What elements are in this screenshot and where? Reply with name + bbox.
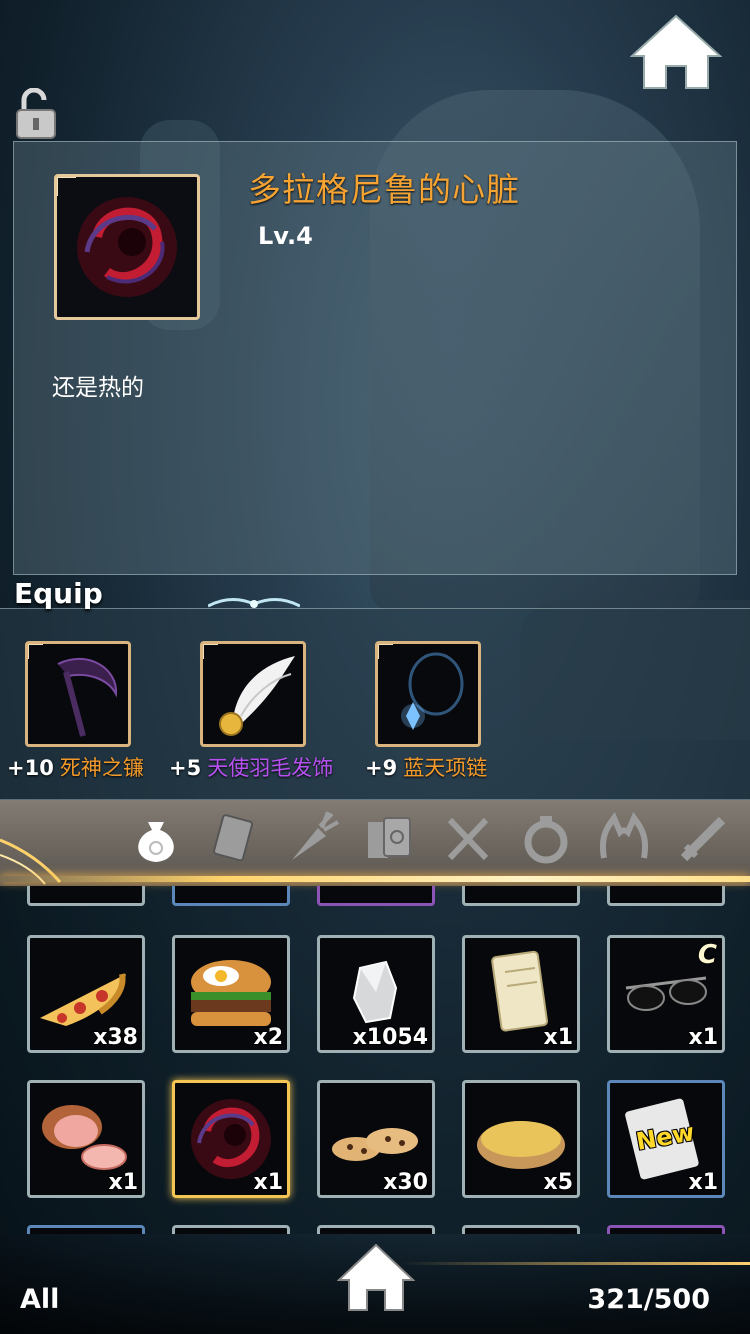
blue-necklace-icon [401, 652, 464, 730]
tab-book[interactable] [360, 808, 420, 868]
item-quantity: x1 [688, 1025, 719, 1050]
inventory-slot[interactable]: x38 [27, 935, 145, 1053]
equip-caption-scythe: +10 死神之镰 [7, 752, 144, 782]
inventory-slot[interactable]: x1054 [317, 935, 435, 1053]
inventory-grid[interactable]: x38 x2 x1054 x1 C x1 x1 x1 x30 x5 New x1 [0, 886, 750, 1234]
item-quantity: x1 [253, 1170, 284, 1195]
inventory-slot[interactable]: x2 [172, 935, 290, 1053]
equip-slot-scythe[interactable] [25, 641, 131, 747]
inventory-capacity: 321/500 [587, 1284, 710, 1315]
inventory-slot-partial[interactable] [607, 886, 725, 906]
item-quantity: x5 [543, 1170, 574, 1195]
equip-item-name: 天使羽毛发饰 [207, 756, 334, 780]
tab-underline [0, 876, 750, 882]
sword-icon [680, 816, 726, 862]
bag-icon [138, 822, 174, 862]
cat-ears-icon [600, 812, 648, 859]
inventory-slot-partial[interactable] [607, 1225, 725, 1234]
book-icon [368, 817, 411, 858]
tab-material[interactable] [282, 808, 342, 868]
item-name: 多拉格尼鲁的心脏 [248, 170, 520, 209]
ornament-icon [208, 594, 300, 614]
tab-weapon[interactable] [672, 808, 732, 868]
home-icon [337, 1243, 415, 1311]
inventory-slot-partial[interactable] [172, 1225, 290, 1234]
bottom-divider [400, 1262, 750, 1265]
tab-bag[interactable] [126, 808, 186, 868]
item-quantity: x38 [93, 1025, 138, 1050]
tab-ring[interactable] [516, 808, 576, 868]
item-quantity: x30 [383, 1170, 428, 1195]
inventory-slot-selected[interactable]: x1 [172, 1080, 290, 1198]
item-quantity: x1 [543, 1025, 574, 1050]
equip-item-name: 死神之镰 [59, 756, 144, 780]
item-level: Lv.4 [258, 222, 313, 250]
item-quantity: x1 [108, 1170, 139, 1195]
item-description: 还是热的 [52, 375, 144, 401]
grade-badge: C [697, 940, 717, 970]
item-quantity: x1054 [352, 1025, 428, 1050]
equip-slot-wing-hairpin[interactable] [200, 641, 306, 747]
unlocked-padlock-icon [16, 88, 56, 139]
enhance-level: +5 [169, 756, 202, 780]
inventory-slot-partial[interactable] [317, 886, 435, 906]
inventory-slot-partial[interactable] [172, 886, 290, 906]
home-icon [630, 14, 722, 89]
ring-icon [524, 816, 568, 864]
inventory-slot-partial[interactable] [462, 1225, 580, 1234]
inventory-slot[interactable]: x30 [317, 1080, 435, 1198]
lock-toggle[interactable] [14, 88, 58, 140]
home-button-bottom[interactable] [337, 1242, 415, 1312]
dark-heart-icon [77, 197, 177, 297]
item-quantity: x1 [688, 1170, 719, 1195]
item-quantity: x2 [253, 1025, 284, 1050]
filter-all-button[interactable]: All [20, 1284, 59, 1315]
equip-item-name: 蓝天项链 [403, 756, 488, 780]
scythe-icon [57, 657, 118, 737]
enhance-level: +9 [365, 756, 398, 780]
enhance-level: +10 [7, 756, 54, 780]
equip-slot-necklace[interactable] [375, 641, 481, 747]
card-icon [213, 814, 254, 862]
inventory-slot[interactable]: C x1 [607, 935, 725, 1053]
tab-headgear[interactable] [594, 808, 654, 868]
inventory-slot[interactable]: New x1 [607, 1080, 725, 1198]
carrot-icon [292, 811, 339, 860]
inventory-slot-partial[interactable] [317, 1225, 435, 1234]
swoosh-ornament-icon [0, 810, 70, 886]
equip-heading: Equip [14, 577, 103, 610]
wing-hairpin-icon [219, 656, 295, 736]
inventory-slot[interactable]: x5 [462, 1080, 580, 1198]
inventory-slot[interactable]: x1 [27, 1080, 145, 1198]
detail-item-icon-frame [54, 174, 200, 320]
tab-card[interactable] [204, 808, 264, 868]
equip-caption-necklace: +9 蓝天项链 [365, 752, 487, 782]
tab-food[interactable] [438, 808, 498, 868]
fork-knife-icon [447, 817, 489, 861]
inventory-slot-partial[interactable] [27, 886, 145, 906]
home-button[interactable] [630, 12, 722, 90]
inventory-slot-partial[interactable] [462, 886, 580, 906]
inventory-slot[interactable]: x1 [462, 935, 580, 1053]
inventory-slot-partial[interactable] [27, 1225, 145, 1234]
equip-caption-wing-hairpin: +5 天使羽毛发饰 [169, 752, 333, 782]
